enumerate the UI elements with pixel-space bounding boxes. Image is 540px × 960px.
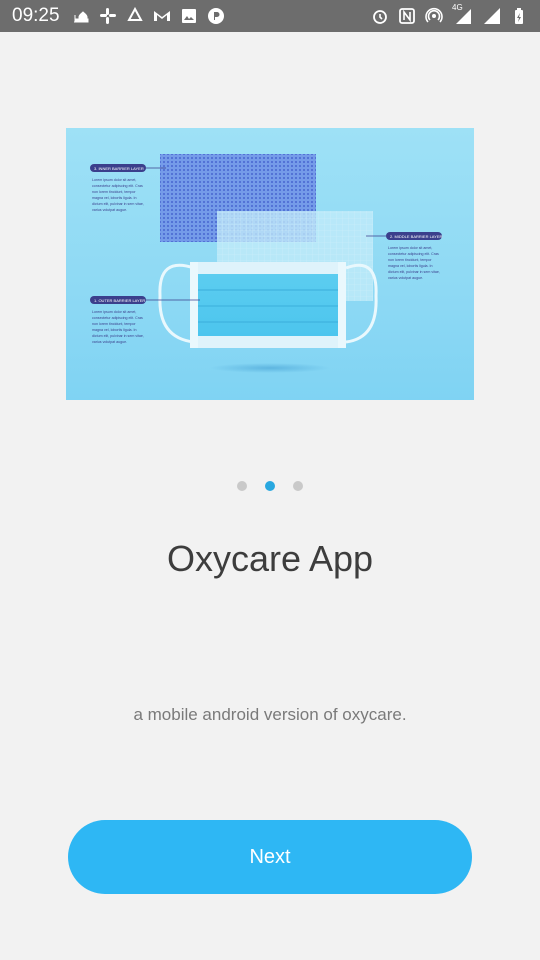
network-type-label: 4G (452, 3, 463, 12)
inner-layer-text-5: dictum elit, pulvinar in sem vitae, (92, 202, 144, 206)
inner-layer-text-6: varius volutpat augue. (92, 208, 127, 212)
outer-layer-text-3: non lorem tincidunt, tempor (92, 322, 136, 326)
status-time: 09:25 (12, 5, 60, 26)
onboarding-illustration: 3. INNER BARRIER LAYER Lorem ipsum dolor… (66, 128, 474, 400)
recycle-icon (126, 7, 144, 25)
inner-layer-label: 3. INNER BARRIER LAYER (94, 166, 144, 171)
middle-layer-text-1: Lorem ipsum dolor sit amet, (388, 246, 432, 250)
gmail-icon (153, 7, 171, 25)
battery-icon (510, 7, 528, 25)
outer-layer-text-2: consectetur adipiscing elit. Cras (92, 316, 143, 320)
outer-layer-text-1: Lorem ipsum dolor sit amet, (92, 310, 136, 314)
next-button[interactable]: Next (68, 820, 472, 894)
mask-outer-layer (190, 262, 346, 348)
inner-layer-text-2: consectetur adipiscing elit. Cras (92, 184, 143, 188)
inner-layer-text-3: non lorem tincidunt, tempor (92, 190, 136, 194)
middle-layer-text-3: non lorem tincidunt, tempor (388, 258, 432, 262)
p-app-icon (207, 7, 225, 25)
image-icon (180, 7, 198, 25)
onboarding-subtitle: a mobile android version of oxycare. (133, 705, 407, 724)
middle-layer-text-5: dictum elit, pulvinar in sem vitae, (388, 270, 440, 274)
outer-layer-label: 1. OUTER BARRIER LAYER (94, 298, 145, 303)
middle-layer-text-6: varius volutpat augue. (388, 276, 423, 280)
signal-4g-icon: 4G (452, 3, 474, 25)
slack-icon (99, 7, 117, 25)
nfc-icon (398, 7, 416, 25)
outer-layer-text-5: dictum elit, pulvinar in sem vitae, (92, 334, 144, 338)
mosque-icon (72, 7, 90, 25)
page-dot-3[interactable] (293, 481, 303, 491)
middle-layer-text-2: consectetur adipiscing elit. Cras (388, 252, 439, 256)
outer-layer-callout: 1. OUTER BARRIER LAYER Lorem ipsum dolor… (90, 296, 200, 344)
page-dot-2-active[interactable] (265, 481, 275, 491)
status-bar: 09:25 4G (0, 0, 540, 32)
outer-layer-text-4: magna vel, lobortis ligula. In (92, 328, 137, 332)
middle-layer-text-4: magna vel, lobortis ligula. In (388, 264, 433, 268)
inner-layer-callout: 3. INNER BARRIER LAYER Lorem ipsum dolor… (90, 164, 166, 212)
alarm-icon (371, 7, 389, 25)
inner-layer-text-1: Lorem ipsum dolor sit amet, (92, 178, 136, 182)
signal-icon (483, 7, 501, 25)
page-dot-1[interactable] (237, 481, 247, 491)
notification-icons (72, 7, 225, 25)
middle-layer-label: 2. MIDDLE BARRIER LAYER (390, 234, 442, 239)
system-icons: 4G (371, 3, 528, 25)
outer-layer-text-6: varius volutpat augue. (92, 340, 127, 344)
page-indicator (0, 481, 540, 491)
onboarding-title: Oxycare App (166, 538, 374, 579)
hotspot-icon (425, 7, 443, 25)
inner-layer-text-4: magna vel, lobortis ligula. In (92, 196, 137, 200)
middle-layer-callout: 2. MIDDLE BARRIER LAYER Lorem ipsum dolo… (366, 232, 442, 280)
